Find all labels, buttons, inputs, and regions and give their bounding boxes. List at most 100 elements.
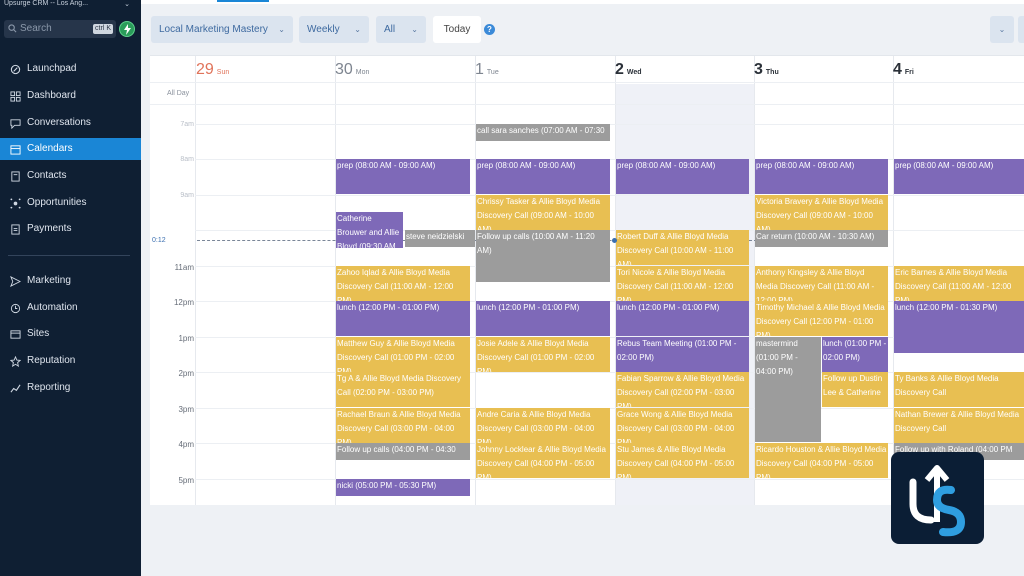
filter-select[interactable]: All ⌄: [376, 16, 426, 43]
sidebar-item-conversations[interactable]: Conversations: [0, 112, 141, 134]
sidebar-item-dashboard[interactable]: Dashboard: [0, 85, 141, 107]
sidebar-item-calendars[interactable]: Calendars: [0, 138, 141, 160]
event-block[interactable]: Victoria Bravery & Allie Bloyd Media Dis…: [755, 195, 888, 230]
active-tab-indicator: [217, 0, 269, 2]
day-header-thu[interactable]: 3 Thu: [754, 61, 779, 81]
calendar-select[interactable]: Local Marketing Mastery ⌄: [151, 16, 293, 43]
account-switcher[interactable]: Upsurge CRM -- Los Ang... ⌄: [4, 0, 134, 10]
event-block[interactable]: Timothy Michael & Allie Bloyd Media Disc…: [755, 301, 888, 336]
upsurge-logo-mark: [909, 465, 966, 537]
event-block[interactable]: prep (08:00 AM - 09:00 AM): [476, 159, 610, 194]
sidebar-item-marketing[interactable]: Marketing: [0, 270, 141, 292]
event-block[interactable]: Follow up Dustin Lee & Catherine: [822, 372, 888, 407]
marketing-icon: [10, 276, 21, 287]
search-shortcut: ctrl K: [93, 24, 113, 34]
all-day-label: All Day: [167, 90, 190, 97]
event-block[interactable]: prep (08:00 AM - 09:00 AM): [755, 159, 888, 194]
day-header-sun[interactable]: 29 Sun: [196, 61, 229, 81]
event-block[interactable]: lunch (12:00 PM - 01:30 PM): [894, 301, 1024, 353]
event-block[interactable]: nicki (05:00 PM - 05:30 PM): [336, 479, 470, 496]
sidebar-item-launchpad[interactable]: Launchpad: [0, 58, 141, 80]
time-label: 8am: [180, 156, 194, 163]
view-select-value: Weekly: [307, 24, 340, 35]
day-header-mon[interactable]: 30 Mon: [335, 61, 369, 81]
all-day-divider: [150, 104, 1024, 105]
day-number: 2: [615, 61, 624, 78]
event-block[interactable]: mastermind (01:00 PM - 04:00 PM): [755, 337, 821, 442]
event-block[interactable]: Robert Duff & Allie Bloyd Media Discover…: [616, 230, 749, 265]
top-tab-strip: [141, 0, 1024, 4]
event-block[interactable]: call sara sanches (07:00 AM - 07:30 AM): [476, 124, 610, 141]
event-block[interactable]: Follow up calls (10:00 AM - 11:20 AM): [476, 230, 610, 282]
day-number: 3: [754, 61, 763, 78]
quick-action-button[interactable]: [119, 21, 135, 37]
time-label: 11am: [174, 263, 194, 272]
chat-icon: [10, 119, 21, 129]
sidebar-item-automation[interactable]: Automation: [0, 297, 141, 319]
settings-button[interactable]: [1018, 16, 1024, 43]
header-divider: [150, 82, 1024, 83]
sidebar-item-sites[interactable]: Sites: [0, 323, 141, 345]
day-header-fri[interactable]: 4 Fri: [893, 61, 914, 81]
day-name: Sun: [216, 69, 230, 76]
event-block[interactable]: Josie Adele & Allie Bloyd Media Discover…: [476, 337, 610, 372]
event-block[interactable]: Car return (10:00 AM - 10:30 AM): [755, 230, 888, 247]
search-input[interactable]: Search ctrl K: [4, 20, 116, 38]
event-block[interactable]: Fabian Sparrow & Allie Bloyd Media Disco…: [616, 372, 749, 407]
today-button[interactable]: Today: [433, 16, 481, 43]
event-block[interactable]: Andre Caria & Allie Bloyd Media Discover…: [476, 408, 610, 443]
sidebar-item-label: Payments: [27, 223, 72, 234]
view-select[interactable]: Weekly ⌄: [299, 16, 369, 43]
event-block[interactable]: Grace Wong & Allie Bloyd Media Discovery…: [616, 408, 749, 443]
collapse-button[interactable]: ⌄: [990, 16, 1014, 43]
sidebar-item-label: Marketing: [27, 275, 71, 286]
time-label: 7am: [180, 121, 194, 128]
event-block[interactable]: Tori Nicole & Allie Bloyd Media Discover…: [616, 266, 749, 301]
day-name: Fri: [904, 69, 914, 76]
reporting-icon: [10, 384, 21, 393]
star-icon: [10, 356, 21, 367]
sidebar-item-label: Conversations: [27, 117, 91, 128]
event-block[interactable]: Stu James & Allie Bloyd Media Discovery …: [616, 443, 749, 478]
chevron-down-icon: ⌄: [278, 25, 285, 34]
event-block[interactable]: lunch (12:00 PM - 01:00 PM): [336, 301, 470, 336]
event-block[interactable]: prep (08:00 AM - 09:00 AM): [336, 159, 470, 194]
event-block[interactable]: prep (08:00 AM - 09:00 AM): [894, 159, 1024, 194]
sidebar-item-reputation[interactable]: Reputation: [0, 350, 141, 372]
help-icon[interactable]: ?: [484, 24, 495, 35]
event-block[interactable]: Nathan Brewer & Allie Bloyd Media Discov…: [894, 408, 1024, 443]
sidebar-item-reporting[interactable]: Reporting: [0, 377, 141, 399]
sidebar-item-label: Dashboard: [27, 90, 76, 101]
sidebar-item-payments[interactable]: Payments: [0, 218, 141, 240]
day-header-wed[interactable]: 2 Wed: [615, 61, 642, 81]
event-block[interactable]: Rachael Braun & Allie Bloyd Media Discov…: [336, 408, 470, 443]
event-block[interactable]: lunch (12:00 PM - 01:00 PM): [616, 301, 749, 336]
event-block[interactable]: Chrissy Tasker & Allie Bloyd Media Disco…: [476, 195, 610, 230]
account-name: Upsurge CRM -- Los Ang...: [4, 0, 89, 7]
event-block[interactable]: lunch (01:00 PM - 02:00 PM): [822, 337, 888, 372]
chevron-down-icon: ⌄: [124, 1, 130, 8]
week-calendar: 29 Sun 30 Mon 1 Tue 2 Wed 3 Thu 4 Fri All Day …: [150, 55, 1024, 505]
event-block[interactable]: Johnny Locklear & Allie Bloyd Media Disc…: [476, 443, 610, 478]
event-block[interactable]: Catherine Brouwer and Allie Bloyd (09:30…: [336, 212, 403, 248]
event-block[interactable]: Rebus Team Meeting (01:00 PM - 02:00 PM): [616, 337, 749, 372]
event-block[interactable]: prep (08:00 AM - 09:00 AM): [616, 159, 749, 194]
event-block[interactable]: steve neidzielski: [405, 230, 475, 247]
event-block[interactable]: Ricardo Houston & Allie Bloyd Media Disc…: [755, 443, 888, 478]
event-block[interactable]: Eric Barnes & Allie Bloyd Media Discover…: [894, 266, 1024, 301]
current-time-label: 0:12: [152, 237, 166, 244]
event-block[interactable]: Tg A & Allie Bloyd Media Discovery Call …: [336, 372, 470, 407]
day-name: Thu: [765, 69, 779, 76]
event-block[interactable]: Zahoo Iqlad & Allie Bloyd Media Discover…: [336, 266, 470, 301]
sidebar-item-contacts[interactable]: Contacts: [0, 165, 141, 187]
event-block[interactable]: Anthony Kingsley & Allie Bloyd Media Dis…: [755, 266, 888, 301]
chevron-down-icon: ⌄: [998, 25, 1006, 34]
event-block[interactable]: lunch (12:00 PM - 01:00 PM): [476, 301, 610, 336]
sidebar-item-label: Sites: [27, 328, 50, 339]
event-block[interactable]: Ty Banks & Allie Bloyd Media Discovery C…: [894, 372, 1024, 407]
sidebar-item-opportunities[interactable]: Opportunities: [0, 192, 141, 214]
event-block[interactable]: Follow up calls (04:00 PM - 04:30 PM): [336, 443, 470, 460]
time-label: 2pm: [178, 369, 194, 378]
day-header-tue[interactable]: 1 Tue: [475, 61, 499, 81]
event-block[interactable]: Matthew Guy & Allie Bloyd Media Discover…: [336, 337, 470, 372]
